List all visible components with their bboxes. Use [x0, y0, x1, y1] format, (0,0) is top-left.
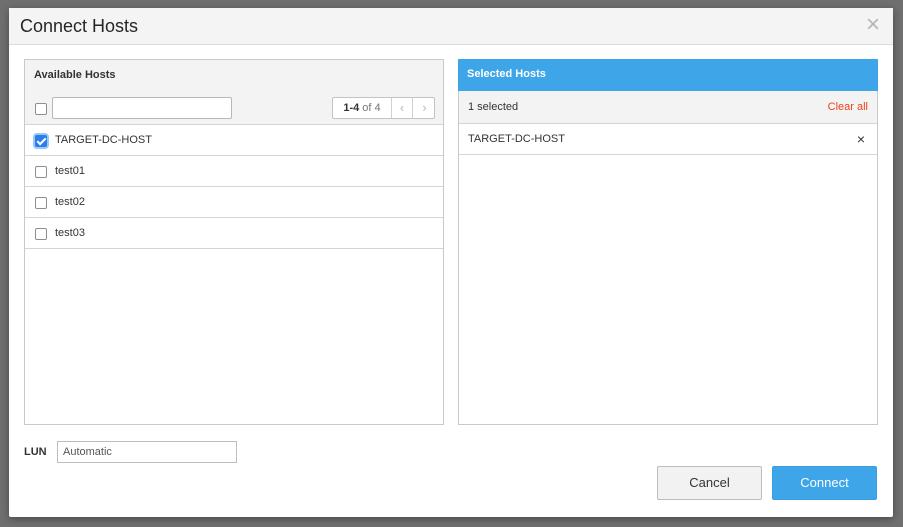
available-hosts-panel: Available Hosts 1-4 of 4 ‹ › TARGET-DC-H…	[24, 59, 444, 425]
cancel-button[interactable]: Cancel	[657, 466, 762, 500]
selected-host-row: TARGET-DC-HOST ×	[459, 124, 877, 155]
selected-hosts-title: Selected Hosts	[458, 59, 878, 91]
connect-hosts-dialog: Connect Hosts × Available Hosts 1-4 of 4…	[9, 8, 893, 517]
remove-icon[interactable]: ×	[857, 131, 865, 147]
chevron-left-icon[interactable]: ‹	[392, 98, 413, 118]
selected-hosts-panel: Selected Hosts 1 selected Clear all TARG…	[458, 59, 878, 425]
selected-count: 1 selected	[468, 101, 519, 113]
host-name: test02	[55, 196, 85, 208]
lun-label: LUN	[24, 446, 47, 458]
pagination: 1-4 of 4 ‹ ›	[332, 97, 435, 119]
select-all-checkbox[interactable]	[35, 103, 47, 115]
host-checkbox[interactable]	[35, 228, 47, 240]
dialog-header: Connect Hosts ×	[9, 8, 893, 45]
close-icon[interactable]: ×	[863, 13, 883, 37]
host-name: test03	[55, 227, 85, 239]
selected-hosts-list: TARGET-DC-HOST ×	[459, 124, 877, 155]
host-checkbox[interactable]	[35, 166, 47, 178]
host-checkbox[interactable]	[35, 197, 47, 209]
chevron-right-icon[interactable]: ›	[414, 98, 435, 118]
connect-button[interactable]: Connect	[772, 466, 877, 500]
host-row[interactable]: test01	[25, 156, 443, 187]
selected-host-name: TARGET-DC-HOST	[468, 133, 565, 145]
selected-hosts-toolbar: 1 selected Clear all	[459, 91, 877, 124]
host-row[interactable]: test02	[25, 187, 443, 218]
lun-input[interactable]: Automatic	[57, 441, 237, 463]
pagination-range: 1-4	[343, 102, 360, 114]
host-search-input[interactable]	[52, 97, 232, 119]
clear-all-link[interactable]: Clear all	[828, 101, 868, 113]
host-row[interactable]: test03	[25, 218, 443, 249]
pagination-total: of 4	[359, 102, 381, 114]
host-row[interactable]: TARGET-DC-HOST	[25, 125, 443, 156]
available-hosts-title: Available Hosts	[25, 60, 443, 92]
available-hosts-toolbar: 1-4 of 4 ‹ ›	[25, 92, 443, 125]
pagination-count: 1-4 of 4	[333, 98, 392, 118]
host-name: TARGET-DC-HOST	[55, 134, 152, 146]
host-name: test01	[55, 165, 85, 177]
dialog-title: Connect Hosts	[20, 16, 139, 36]
host-checkbox[interactable]	[35, 135, 47, 147]
available-hosts-list: TARGET-DC-HOST test01 test02 test03	[25, 125, 443, 249]
